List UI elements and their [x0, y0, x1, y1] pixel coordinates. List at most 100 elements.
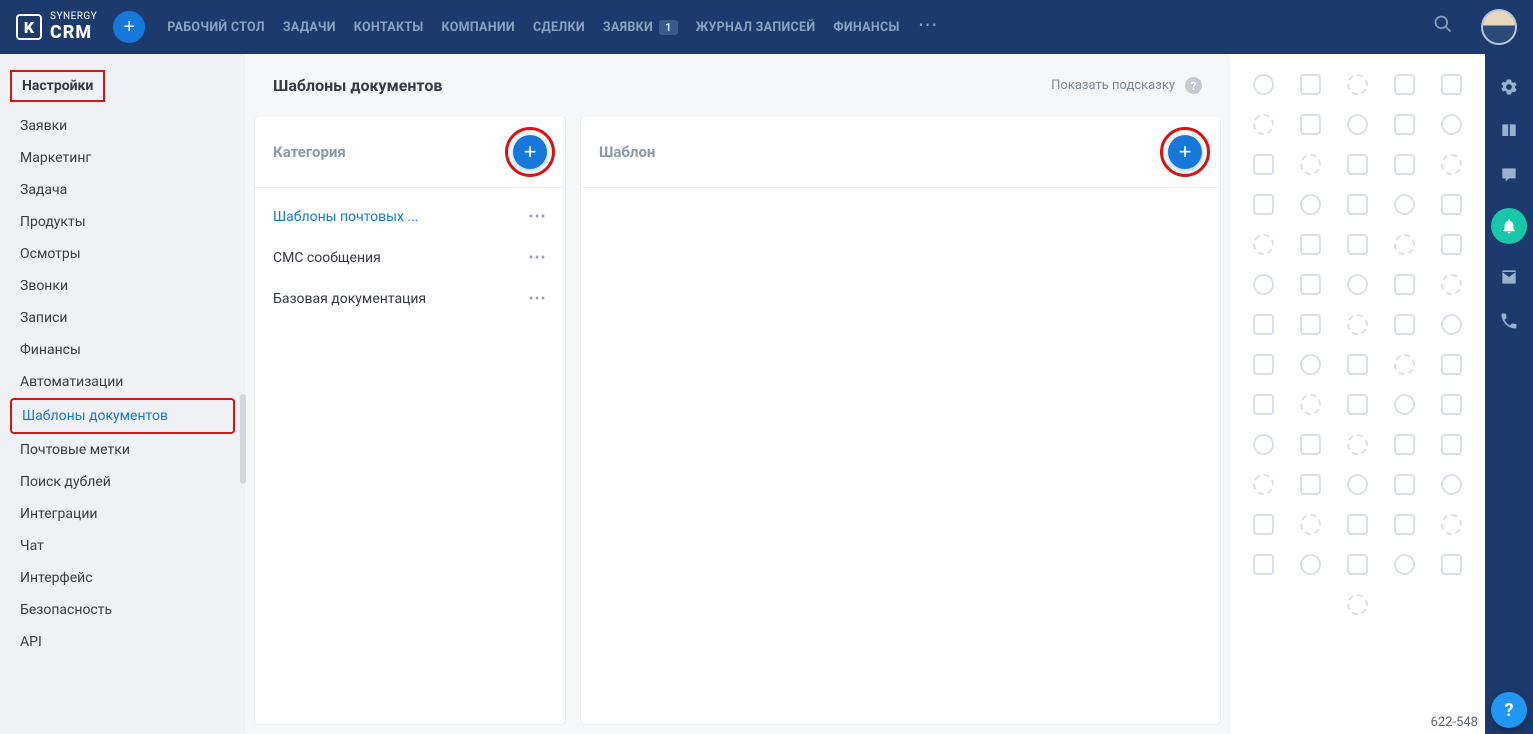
strip-book-icon[interactable]: [1498, 120, 1520, 142]
category-panel: Категория + Шаблоны почтовых ... ⋯ СМС с…: [255, 117, 565, 724]
ghost-doc-icon: [1300, 474, 1321, 495]
row-menu-icon[interactable]: ⋯: [528, 206, 547, 227]
ghost-chart-icon: [1300, 314, 1321, 335]
ghost-doc-icon: [1394, 434, 1415, 455]
ghost-gear-icon: [1253, 474, 1274, 495]
global-create-button[interactable]: +: [113, 11, 145, 43]
strip-phone-icon[interactable]: [1498, 310, 1520, 332]
ghost-user-icon: [1300, 354, 1321, 375]
sidebar-item-requests[interactable]: Заявки: [10, 110, 235, 142]
sidebar-scrollbar[interactable]: [240, 394, 246, 484]
app-logo[interactable]: K SYNERGY CRM: [8, 11, 105, 43]
ghost-user-icon: [1347, 474, 1368, 495]
strip-notifications-icon[interactable]: [1491, 208, 1527, 244]
strip-chat-icon[interactable]: [1498, 164, 1520, 186]
add-category-button[interactable]: +: [513, 135, 547, 169]
ghost-gear-icon: [1253, 234, 1274, 255]
ghost-gear-icon: [1394, 354, 1415, 375]
sidebar-item-integrations[interactable]: Интеграции: [10, 498, 235, 530]
sidebar-item-calls[interactable]: Звонки: [10, 270, 235, 302]
ghost-doc-icon: [1253, 194, 1274, 215]
category-panel-title: Категория: [273, 143, 346, 161]
sidebar-item-api[interactable]: API: [10, 626, 235, 658]
sidebar-item-marketing[interactable]: Маркетинг: [10, 142, 235, 174]
category-label: Базовая документация: [273, 291, 426, 307]
ghost-chart-icon: [1253, 394, 1274, 415]
strip-mail-icon[interactable]: [1498, 266, 1520, 288]
ghost-gear-icon: [1347, 434, 1368, 455]
ghost-doc-icon: [1347, 154, 1368, 175]
nav-journal[interactable]: ЖУРНАЛ ЗАПИСЕЙ: [696, 20, 816, 35]
app-header: K SYNERGY CRM + РАБОЧИЙ СТОЛ ЗАДАЧИ КОНТ…: [0, 0, 1533, 54]
logo-icon: K: [16, 14, 42, 40]
help-fab-icon[interactable]: ?: [1491, 692, 1527, 728]
sidebar-items: Заявки Маркетинг Задача Продукты Осмотры…: [10, 110, 235, 658]
ghost-gear-icon: [1441, 514, 1462, 535]
ghost-chart-icon: [1394, 114, 1415, 135]
sidebar-item-inspections[interactable]: Осмотры: [10, 238, 235, 270]
ghost-back-icon: [1253, 514, 1274, 535]
ghost-user-icon: [1347, 114, 1368, 135]
ghost-user-icon: [1300, 554, 1321, 575]
main-area: Шаблоны документов Показать подсказку ? …: [245, 54, 1230, 734]
sidebar-item-products[interactable]: Продукты: [10, 206, 235, 238]
sidebar-item-mail-tags[interactable]: Почтовые метки: [10, 434, 235, 466]
ghost-back-icon: [1441, 554, 1462, 575]
nav-dashboard[interactable]: РАБОЧИЙ СТОЛ: [167, 20, 265, 35]
ghost-doc-icon: [1394, 314, 1415, 335]
ghost-doc-icon: [1394, 74, 1415, 95]
ghost-doc-icon: [1441, 354, 1462, 375]
ghost-doc-icon: [1300, 234, 1321, 255]
sidebar-item-chat[interactable]: Чат: [10, 530, 235, 562]
sidebar-item-interface[interactable]: Интерфейс: [10, 562, 235, 594]
ghost-gear-icon: [1300, 154, 1321, 175]
ghost-doc-icon: [1253, 554, 1274, 575]
row-menu-icon[interactable]: ⋯: [528, 288, 547, 309]
ghost-user-icon: [1441, 114, 1462, 135]
ghost-user-icon: [1394, 554, 1415, 575]
ghost-gear-icon: [1347, 594, 1368, 615]
sidebar-item-automations[interactable]: Автоматизации: [10, 366, 235, 398]
row-menu-icon[interactable]: ⋯: [528, 247, 547, 268]
category-row[interactable]: Шаблоны почтовых ... ⋯: [255, 196, 565, 237]
requests-count-badge: 1: [659, 20, 678, 35]
ghost-chart-icon: [1347, 554, 1368, 575]
category-list: Шаблоны почтовых ... ⋯ СМС сообщения ⋯ Б…: [255, 188, 565, 327]
logo-upper: SYNERGY: [50, 11, 97, 22]
category-label: Шаблоны почтовых ...: [273, 209, 419, 225]
ghost-doc-icon: [1441, 234, 1462, 255]
ghost-back-icon: [1300, 434, 1321, 455]
user-avatar[interactable]: [1481, 9, 1517, 45]
sidebar-item-security[interactable]: Безопасность: [10, 594, 235, 626]
ghost-chart-icon: [1347, 234, 1368, 255]
ghost-back-icon: [1300, 74, 1321, 95]
hint-toggle[interactable]: Показать подсказку ?: [1051, 77, 1202, 94]
right-tool-strip: [1485, 54, 1533, 734]
add-template-button[interactable]: +: [1168, 135, 1202, 169]
page-title: Шаблоны документов: [273, 76, 442, 95]
ghost-user-icon: [1394, 194, 1415, 215]
nav-requests[interactable]: ЗАЯВКИ 1: [603, 20, 678, 35]
sidebar-item-records[interactable]: Записи: [10, 302, 235, 334]
ghost-chart-icon: [1394, 474, 1415, 495]
search-icon[interactable]: [1413, 14, 1473, 40]
nav-contacts[interactable]: КОНТАКТЫ: [354, 20, 424, 35]
top-nav: РАБОЧИЙ СТОЛ ЗАДАЧИ КОНТАКТЫ КОМПАНИИ СД…: [167, 12, 937, 42]
strip-gear-icon[interactable]: [1498, 76, 1520, 98]
category-row[interactable]: Базовая документация ⋯: [255, 278, 565, 319]
nav-more-icon[interactable]: ⋯: [918, 12, 938, 42]
ghost-user-icon: [1253, 274, 1274, 295]
background-icon-grid: [1230, 54, 1485, 734]
nav-companies[interactable]: КОМПАНИИ: [442, 20, 515, 35]
ghost-chart-icon: [1394, 514, 1415, 535]
sidebar-item-finance[interactable]: Финансы: [10, 334, 235, 366]
ghost-user-icon: [1253, 74, 1274, 95]
nav-deals[interactable]: СДЕЛКИ: [533, 20, 585, 35]
category-row[interactable]: СМС сообщения ⋯: [255, 237, 565, 278]
sidebar-item-doc-templates[interactable]: Шаблоны документов: [10, 398, 235, 434]
nav-finance[interactable]: ФИНАНСЫ: [833, 20, 899, 35]
nav-tasks[interactable]: ЗАДАЧИ: [283, 20, 336, 35]
ghost-gear-icon: [1347, 74, 1368, 95]
sidebar-item-task[interactable]: Задача: [10, 174, 235, 206]
sidebar-item-dup-search[interactable]: Поиск дублей: [10, 466, 235, 498]
